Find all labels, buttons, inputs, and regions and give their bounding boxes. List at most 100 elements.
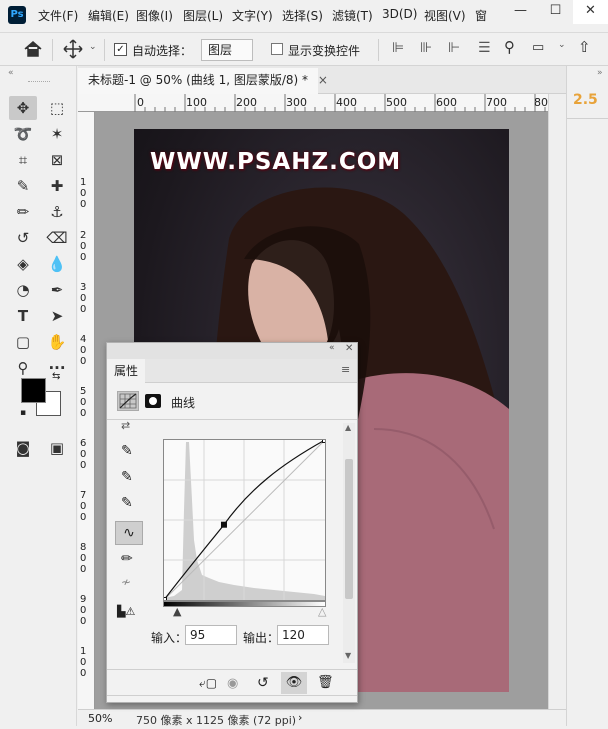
tab-properties[interactable]: 属性 — [107, 359, 145, 383]
workspace-icon[interactable]: ▭ — [532, 40, 544, 55]
collapse-panel-icon[interactable]: « — [329, 343, 335, 353]
menu-type[interactable]: 文字(Y) — [232, 7, 273, 24]
clip-to-layer-icon[interactable]: ⤶▢ — [199, 676, 217, 691]
properties-scrollbar[interactable]: ▲ ▼ — [343, 423, 355, 663]
home-icon[interactable] — [22, 38, 44, 60]
histogram-warning-icon[interactable]: ▙⚠ — [117, 605, 135, 618]
move-tool-icon[interactable] — [62, 38, 84, 60]
document-tab[interactable]: 未标题-1 @ 50% (曲线 1, 图层蒙版/8) * × — [78, 68, 328, 94]
expand-panel-icon[interactable]: » — [597, 68, 603, 78]
frame-tool[interactable]: ⊠ — [43, 148, 71, 172]
canvas-vertical-scrollbar[interactable] — [548, 94, 566, 709]
menu-window[interactable]: 窗 — [475, 7, 487, 24]
close-tab-icon[interactable]: × — [318, 73, 328, 87]
menu-select[interactable]: 选择(S) — [282, 7, 323, 24]
watermark-text: WWW.PSAHZ.COM — [150, 149, 402, 175]
quick-mask-icon[interactable]: ◙ — [9, 436, 37, 460]
eraser-tool[interactable]: ⌫ — [43, 226, 71, 250]
menu-edit[interactable]: 编辑(E) — [88, 7, 129, 24]
edit-points-tool-icon[interactable]: ∿ — [115, 521, 143, 545]
smooth-curve-icon[interactable]: ≁ — [121, 575, 131, 589]
panel-grip[interactable] — [28, 81, 50, 83]
menu-view[interactable]: 视图(V) — [424, 7, 466, 24]
panel-value-label[interactable]: 2.5 — [573, 92, 598, 108]
marquee-tool[interactable]: ⬚ — [43, 96, 71, 120]
move-tool[interactable]: ✥ — [9, 96, 37, 120]
menu-file[interactable]: 文件(F) — [38, 7, 78, 24]
search-icon[interactable]: ⚲ — [504, 38, 515, 56]
menu-image[interactable]: 图像(I) — [136, 7, 173, 24]
align-left-icon[interactable]: ⊫ — [392, 40, 404, 56]
workspace-chevron-icon[interactable]: ⌄ — [558, 40, 566, 50]
distribute-icon[interactable]: ☰ — [478, 40, 491, 56]
hand-tool[interactable]: ✋ — [43, 330, 71, 354]
curve-control-point[interactable] — [322, 437, 328, 443]
pen-tool[interactable]: ✒ — [43, 278, 71, 302]
show-transform-checkbox[interactable] — [271, 43, 283, 55]
curve-control-point[interactable] — [220, 521, 227, 528]
eyedropper-tool[interactable]: ✎ — [9, 174, 37, 198]
close-panel-icon[interactable]: ✕ — [345, 343, 353, 354]
curves-graph[interactable] — [161, 437, 328, 603]
on-image-adjust-icon[interactable]: ⇄ — [121, 419, 130, 432]
stamp-tool[interactable]: ⚓ — [43, 200, 71, 224]
foreground-color-swatch[interactable] — [21, 378, 46, 403]
black-point-eyedropper-icon[interactable]: ✎ — [121, 443, 133, 459]
healing-brush-tool[interactable]: ✚ — [43, 174, 71, 198]
dodge-tool[interactable]: ◔ — [9, 278, 37, 302]
delete-trash-icon[interactable]: 🗑 — [317, 675, 334, 690]
share-icon[interactable]: ⇧ — [578, 38, 591, 56]
magic-wand-tool[interactable]: ✶ — [43, 122, 71, 146]
vertical-ruler: 100 200 300 400 500 600 700 800 900 100 — [78, 112, 95, 709]
auto-select-checkbox[interactable]: ✓ — [114, 43, 127, 56]
gray-point-eyedropper-icon[interactable]: ✎ — [121, 469, 133, 485]
document-tab-bar: 未标题-1 @ 50% (曲线 1, 图层蒙版/8) * × — [78, 66, 566, 94]
output-value-field[interactable]: 120 — [277, 625, 329, 645]
white-point-eyedropper-icon[interactable]: ✎ — [121, 495, 133, 511]
zoom-tool[interactable]: ⚲ — [9, 356, 37, 380]
align-right-icon[interactable]: ⊩ — [448, 40, 460, 56]
brush-tool[interactable]: ✏ — [9, 200, 37, 224]
white-slider-handle[interactable]: △ — [318, 605, 326, 618]
layer-mask-icon[interactable] — [145, 394, 161, 408]
lasso-tool[interactable]: ➰ — [9, 122, 37, 146]
layer-dropdown[interactable]: 图层 — [201, 39, 253, 61]
curve-control-point[interactable] — [161, 597, 167, 603]
black-slider-handle[interactable]: ▲ — [173, 605, 181, 618]
menu-3d[interactable]: 3D(D) — [382, 7, 417, 21]
reset-icon[interactable]: ↺ — [257, 675, 269, 691]
menu-layer[interactable]: 图层(L) — [183, 7, 223, 24]
swap-colors-icon[interactable]: ⇆ — [52, 371, 60, 382]
photoshop-logo: Ps — [8, 6, 26, 24]
document-info[interactable]: 750 像素 x 1125 像素 (72 ppi) — [136, 712, 296, 728]
align-center-icon[interactable]: ⊪ — [420, 40, 432, 56]
ruler-v-label: 100 — [80, 177, 87, 210]
shape-tool[interactable]: ▢ — [9, 330, 37, 354]
curves-graph-canvas[interactable] — [161, 437, 328, 603]
collapse-icon[interactable]: « — [8, 68, 14, 78]
properties-tab-bar: 属性 ≡ — [107, 359, 357, 383]
history-brush-tool[interactable]: ↺ — [9, 226, 37, 250]
panel-menu-icon[interactable]: ≡ — [341, 363, 350, 376]
draw-curve-pencil-icon[interactable]: ✏ — [121, 551, 133, 567]
type-tool[interactable]: T — [9, 304, 37, 328]
status-arrow-icon[interactable]: › — [298, 711, 302, 724]
path-selection-tool[interactable]: ➤ — [43, 304, 71, 328]
close-window-button[interactable]: ✕ — [573, 0, 608, 24]
default-colors-icon[interactable]: ▪ — [20, 408, 26, 418]
maximize-button[interactable]: ☐ — [538, 0, 573, 24]
crop-tool[interactable]: ⌗ — [9, 148, 37, 172]
visibility-eye-icon[interactable]: 👁 — [281, 672, 307, 694]
view-previous-state-icon[interactable]: ◉ — [227, 676, 238, 691]
blur-tool[interactable]: 💧 — [43, 252, 71, 276]
chevron-down-icon[interactable]: ⌄ — [89, 42, 97, 52]
zoom-level[interactable]: 50% — [88, 712, 112, 725]
minimize-button[interactable]: — — [503, 0, 538, 24]
input-value-field[interactable]: 95 — [185, 625, 237, 645]
screen-mode-icon[interactable]: ▣ — [43, 436, 71, 460]
paint-bucket-tool[interactable]: ◈ — [9, 252, 37, 276]
properties-panel-header[interactable]: « ✕ — [107, 343, 357, 359]
properties-scrollbar-thumb[interactable] — [345, 459, 353, 599]
menu-filter[interactable]: 滤镜(T) — [332, 7, 373, 24]
curves-adjustment-icon[interactable] — [117, 391, 139, 411]
